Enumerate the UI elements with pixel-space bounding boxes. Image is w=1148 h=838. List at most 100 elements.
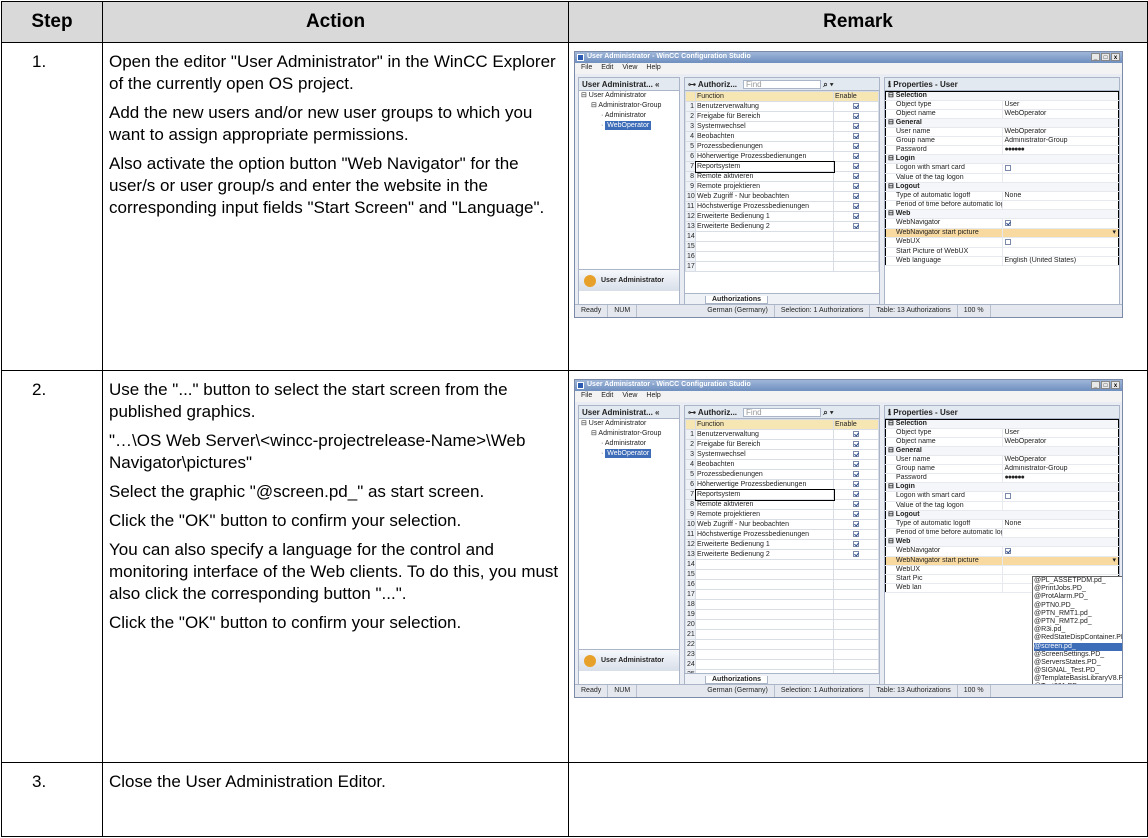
enable-checkbox[interactable] [853, 143, 859, 149]
table-row[interactable]: 7 Reportsystem [685, 488, 879, 501]
enable-checkbox[interactable] [853, 133, 859, 139]
enable-checkbox[interactable] [853, 551, 859, 557]
table-row[interactable]: 3 Systemwechsel [685, 449, 879, 460]
property-row[interactable]: User name WebOperator [885, 127, 1119, 137]
property-row[interactable]: Group name Administrator-Group [885, 464, 1119, 474]
tree-item[interactable]: · Administrator [579, 439, 679, 449]
table-row[interactable]: 9 Remote projektieren [685, 509, 879, 520]
table-row[interactable]: 8 Remote aktivieren [685, 499, 879, 510]
property-checkbox[interactable] [1004, 220, 1011, 226]
property-row[interactable]: Logon with smart card [885, 491, 1119, 502]
table-row[interactable]: 11 Höchstwertige Prozessbedienungen [685, 201, 879, 212]
minimize-button[interactable]: _ [1091, 53, 1100, 61]
user-administrator-nav-button[interactable]: User Administrator [579, 269, 679, 291]
close-button[interactable]: x [1111, 381, 1120, 389]
dropdown-option[interactable]: @PL_ASSETPDM.pd_ [1034, 577, 1122, 585]
enable-checkbox[interactable] [853, 213, 859, 219]
property-row[interactable]: WebNavigator start picture ▾ [885, 228, 1119, 238]
dropdown-option[interactable]: @ProtAlarm.PD_ [1034, 593, 1122, 601]
property-checkbox[interactable] [1004, 493, 1011, 499]
property-row[interactable]: WebNavigator start picture ▾ [885, 556, 1119, 566]
property-row[interactable]: Object name WebOperator [885, 109, 1119, 119]
start-picture-dropdown[interactable]: @PL_ASSETPDM.pd_ @PrintJobs.PD_ @ProtAlarm… [1032, 576, 1122, 697]
table-row[interactable]: 10 Web Zugriff - Nur beobachten [685, 191, 879, 202]
dropdown-option[interactable]: @ServersStates.PD_ [1034, 659, 1122, 667]
table-row[interactable]: 22 [685, 639, 879, 650]
property-row[interactable]: Type of automatic logoff None [885, 191, 1119, 201]
property-row[interactable]: User name WebOperator [885, 455, 1119, 465]
enable-checkbox[interactable] [853, 163, 859, 169]
find-input[interactable]: Find [743, 80, 822, 90]
table-row[interactable]: 2 Freigabe für Bereich [685, 439, 879, 450]
dropdown-option[interactable]: @PrintJobs.PD_ [1034, 585, 1122, 593]
table-row[interactable]: 24 [685, 659, 879, 670]
maximize-button[interactable]: □ [1101, 381, 1110, 389]
property-row[interactable]: Value of the tag logon [885, 501, 1119, 511]
dropdown-option[interactable]: @R3i.pd_ [1034, 626, 1122, 634]
table-row[interactable]: 16 [685, 579, 879, 590]
tab-authorizations[interactable]: Authorizations [705, 296, 768, 304]
property-row[interactable]: Period of time before automatic logoff [885, 200, 1119, 210]
tree-item[interactable]: ⊟ Administrator-Group [579, 101, 679, 111]
menu-item[interactable]: View [622, 63, 637, 74]
table-row[interactable]: 21 [685, 629, 879, 640]
property-row[interactable]: Object name WebOperator [885, 437, 1119, 447]
table-row[interactable]: 4 Beobachten [685, 459, 879, 470]
property-row[interactable]: Object type User [885, 428, 1119, 438]
enable-checkbox[interactable] [853, 441, 859, 447]
table-row[interactable]: 17 [685, 261, 879, 272]
close-button[interactable]: x [1111, 53, 1120, 61]
dropdown-option[interactable]: @SIGNAL_Test.PD_ [1034, 667, 1122, 675]
table-row[interactable]: 18 [685, 599, 879, 610]
table-row[interactable]: 3 Systemwechsel [685, 121, 879, 132]
property-row[interactable]: Start Picture of WebUX [885, 247, 1119, 257]
user-administrator-nav-button[interactable]: User Administrator [579, 649, 679, 671]
property-row[interactable]: Group name Administrator-Group [885, 136, 1119, 146]
table-row[interactable]: 17 [685, 589, 879, 600]
menu-item[interactable]: View [622, 391, 637, 402]
menu-item[interactable]: Help [646, 391, 660, 402]
dropdown-option[interactable]: @PTN_RMT1.pd_ [1034, 610, 1122, 618]
enable-checkbox[interactable] [853, 123, 859, 129]
dropdown-button[interactable]: ▾ [1112, 558, 1116, 565]
property-row[interactable]: Object type User [885, 100, 1119, 110]
tree-item[interactable]: · WebOperator [579, 121, 679, 131]
dropdown-option[interactable]: @ScreenSettings.PD_ [1034, 651, 1122, 659]
table-row[interactable]: 12 Erweiterte Bedienung 1 [685, 539, 879, 550]
table-row[interactable]: 5 Prozessbedienungen [685, 469, 879, 480]
property-row[interactable]: WebNavigator [885, 546, 1119, 557]
enable-checkbox[interactable] [853, 541, 859, 547]
dropdown-option[interactable]: @PTN_RMT2.pd_ [1034, 618, 1122, 626]
property-checkbox[interactable] [1004, 239, 1011, 245]
table-row[interactable]: 15 [685, 241, 879, 252]
table-row[interactable]: 9 Remote projektieren [685, 181, 879, 192]
property-checkbox[interactable] [1004, 548, 1011, 554]
table-row[interactable]: 2 Freigabe für Bereich [685, 111, 879, 122]
enable-checkbox[interactable] [853, 481, 859, 487]
enable-checkbox[interactable] [853, 461, 859, 467]
enable-checkbox[interactable] [853, 223, 859, 229]
enable-checkbox[interactable] [853, 501, 859, 507]
table-row[interactable]: 11 Höchstwertige Prozessbedienungen [685, 529, 879, 540]
property-row[interactable]: Logon with smart card [885, 163, 1119, 174]
enable-checkbox[interactable] [853, 113, 859, 119]
table-row[interactable]: 14 [685, 231, 879, 242]
property-row[interactable]: Password ●●●●●● [885, 473, 1119, 483]
enable-checkbox[interactable] [853, 193, 859, 199]
enable-checkbox[interactable] [853, 203, 859, 209]
table-row[interactable]: 10 Web Zugriff - Nur beobachten [685, 519, 879, 530]
enable-checkbox[interactable] [853, 451, 859, 457]
table-row[interactable]: 20 [685, 619, 879, 630]
enable-checkbox[interactable] [853, 511, 859, 517]
table-row[interactable]: 8 Remote aktivieren [685, 171, 879, 182]
tree-item[interactable]: ⊟ User Administrator [579, 91, 679, 101]
enable-checkbox[interactable] [853, 153, 859, 159]
property-checkbox[interactable] [1004, 165, 1011, 171]
enable-checkbox[interactable] [853, 183, 859, 189]
maximize-button[interactable]: □ [1101, 53, 1110, 61]
table-row[interactable]: 15 [685, 569, 879, 580]
enable-checkbox[interactable] [853, 173, 859, 179]
property-row[interactable]: WebNavigator [885, 218, 1119, 229]
table-row[interactable]: 14 [685, 559, 879, 570]
table-row[interactable]: 13 Erweiterte Bedienung 2 [685, 221, 879, 232]
